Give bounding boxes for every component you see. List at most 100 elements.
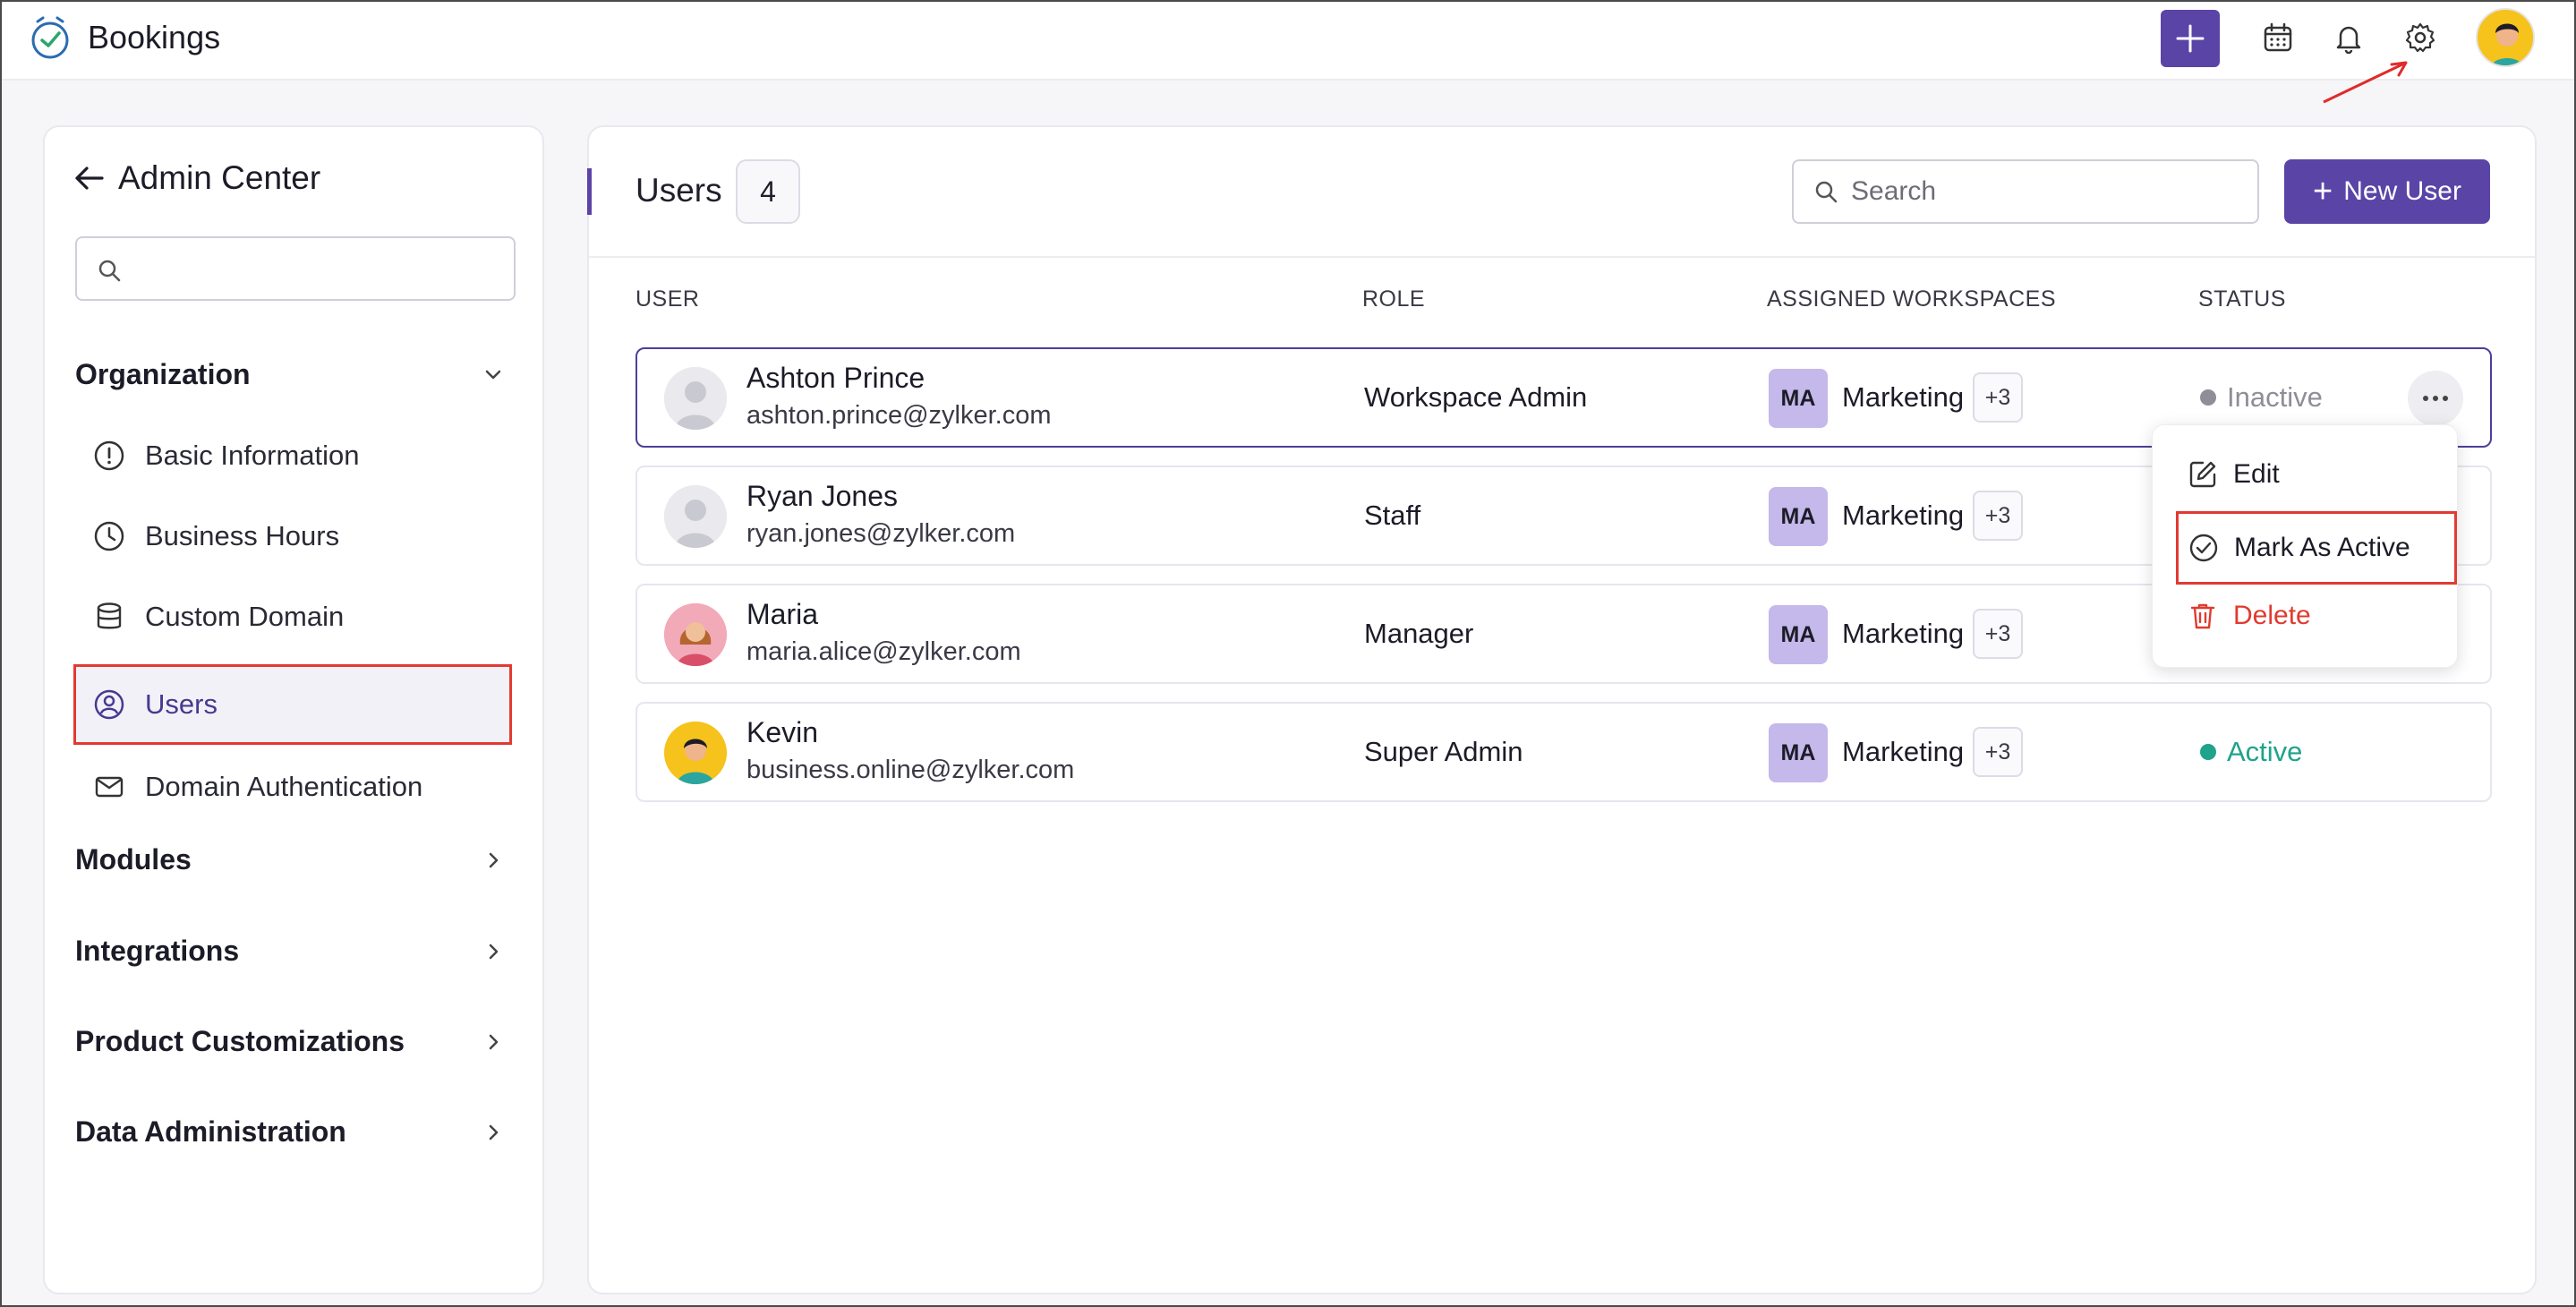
column-header-user: USER bbox=[635, 286, 700, 312]
trash-icon bbox=[2187, 600, 2219, 632]
edit-icon bbox=[2187, 458, 2219, 491]
workspace-badge: MA bbox=[1769, 369, 1828, 428]
user-name: Ashton Prince bbox=[746, 362, 925, 394]
user-circle-icon bbox=[91, 687, 127, 722]
chevron-right-icon bbox=[489, 944, 499, 959]
chevron-right-icon bbox=[489, 1124, 499, 1140]
annotation-arrow-icon bbox=[2323, 61, 2408, 104]
brand[interactable]: Bookings bbox=[27, 14, 220, 61]
chevron-down-icon bbox=[485, 370, 501, 379]
add-button[interactable] bbox=[2161, 10, 2220, 67]
plus-icon bbox=[2176, 24, 2205, 53]
user-avatar bbox=[664, 603, 727, 666]
info-icon bbox=[91, 438, 127, 474]
menu-item-mark-as-active[interactable]: Mark As Active bbox=[2176, 511, 2457, 585]
arrow-left-icon[interactable] bbox=[72, 161, 106, 195]
menu-item-label: Delete bbox=[2233, 601, 2311, 630]
sidebar-item-users[interactable]: Users bbox=[73, 664, 512, 745]
bell-icon bbox=[2336, 26, 2361, 54]
search-icon bbox=[1815, 181, 1838, 203]
status-badge: Active bbox=[2200, 736, 2302, 768]
more-horizontal-icon bbox=[2423, 396, 2448, 401]
workspace-badge: MA bbox=[1769, 605, 1828, 664]
new-user-button[interactable]: + New User bbox=[2284, 159, 2490, 224]
workspace-name: Marketing bbox=[1842, 381, 1965, 413]
menu-item-label: Mark As Active bbox=[2234, 533, 2410, 562]
sidebar-search-input[interactable] bbox=[75, 236, 516, 301]
sidebar-item-label: Business Hours bbox=[145, 520, 340, 551]
divider bbox=[589, 256, 2535, 258]
settings-button[interactable] bbox=[2401, 18, 2440, 57]
user-role: Workspace Admin bbox=[1364, 381, 1588, 413]
user-email: ashton.prince@zylker.com bbox=[746, 401, 1052, 430]
section-modules[interactable]: Modules bbox=[75, 843, 514, 876]
more-workspaces-badge[interactable]: +3 bbox=[1973, 727, 2023, 777]
row-actions-button[interactable] bbox=[2408, 371, 2463, 426]
sidebar-item-label: Domain Authentication bbox=[145, 771, 423, 802]
section-organization[interactable]: Organization bbox=[75, 358, 514, 391]
column-header-role: ROLE bbox=[1362, 286, 1426, 312]
user-role: Super Admin bbox=[1364, 736, 1523, 767]
search-input[interactable] bbox=[1851, 176, 2209, 207]
column-header-workspaces: ASSIGNED WORKSPACES bbox=[1767, 286, 2056, 312]
user-email: maria.alice@zylker.com bbox=[746, 637, 1021, 666]
sidebar-item-business-hours[interactable]: Business Hours bbox=[73, 496, 512, 577]
user-role: Manager bbox=[1364, 618, 1474, 649]
admin-sidebar: Admin Center Organization Basic Informat… bbox=[43, 125, 544, 1294]
top-bar: Bookings bbox=[2, 2, 2574, 81]
users-count-badge: 4 bbox=[736, 159, 800, 224]
column-header-status: STATUS bbox=[2198, 286, 2286, 312]
status-dot bbox=[2200, 744, 2216, 760]
notifications-button[interactable] bbox=[2329, 18, 2368, 57]
more-workspaces-badge[interactable]: +3 bbox=[1973, 609, 2023, 659]
section-product-customizations[interactable]: Product Customizations bbox=[75, 1025, 514, 1058]
admin-center-header[interactable]: Admin Center bbox=[72, 159, 320, 197]
more-workspaces-badge[interactable]: +3 bbox=[1973, 372, 2023, 423]
menu-item-edit[interactable]: Edit bbox=[2153, 447, 2457, 502]
search-icon bbox=[98, 260, 121, 282]
table-row[interactable]: Kevin business.online@zylker.com Super A… bbox=[635, 702, 2492, 802]
calendar-icon bbox=[2264, 22, 2292, 52]
row-actions-menu: Edit Mark As Active Delete bbox=[2152, 424, 2458, 668]
bookings-logo-icon bbox=[27, 14, 73, 61]
chevron-right-icon bbox=[489, 1034, 499, 1049]
section-integrations[interactable]: Integrations bbox=[75, 935, 514, 968]
sidebar-item-basic-information[interactable]: Basic Information bbox=[73, 415, 512, 496]
sidebar-item-label: Users bbox=[145, 688, 218, 720]
section-label: Modules bbox=[75, 843, 192, 876]
check-circle-icon bbox=[2188, 532, 2220, 564]
profile-avatar[interactable] bbox=[2476, 8, 2535, 67]
search-box[interactable] bbox=[1792, 159, 2259, 224]
section-label: Organization bbox=[75, 358, 251, 390]
section-label: Product Customizations bbox=[75, 1025, 405, 1057]
menu-item-delete[interactable]: Delete bbox=[2153, 588, 2457, 644]
mail-icon bbox=[91, 769, 127, 805]
users-panel: Users 4 + New User USER ROLE ASSIGNED WO… bbox=[587, 125, 2537, 1294]
workspace-badge: MA bbox=[1769, 723, 1828, 782]
user-name: Maria bbox=[746, 598, 819, 630]
user-avatar bbox=[664, 485, 727, 548]
sidebar-item-label: Basic Information bbox=[145, 440, 360, 471]
workspace-name: Marketing bbox=[1842, 736, 1965, 767]
workspace-badge: MA bbox=[1769, 487, 1828, 546]
calendar-button[interactable] bbox=[2258, 18, 2298, 57]
sidebar-item-label: Custom Domain bbox=[145, 601, 345, 632]
database-icon bbox=[91, 599, 127, 635]
page-title: Users bbox=[635, 172, 722, 209]
status-badge: Inactive bbox=[2200, 381, 2323, 414]
user-email: business.online@zylker.com bbox=[746, 756, 1075, 784]
app-name: Bookings bbox=[88, 19, 221, 56]
sidebar-item-custom-domain[interactable]: Custom Domain bbox=[73, 577, 512, 657]
chevron-right-icon bbox=[489, 852, 499, 867]
sidebar-item-domain-authentication[interactable]: Domain Authentication bbox=[73, 747, 512, 827]
user-avatar bbox=[664, 367, 727, 430]
status-dot bbox=[2200, 389, 2216, 406]
gear-icon bbox=[2405, 22, 2435, 53]
status-text: Inactive bbox=[2227, 381, 2323, 413]
user-name: Kevin bbox=[746, 716, 819, 748]
plus-icon: + bbox=[2313, 172, 2333, 210]
more-workspaces-badge[interactable]: +3 bbox=[1973, 491, 2023, 541]
section-data-administration[interactable]: Data Administration bbox=[75, 1115, 514, 1149]
section-label: Integrations bbox=[75, 935, 240, 967]
user-avatar bbox=[664, 722, 727, 784]
